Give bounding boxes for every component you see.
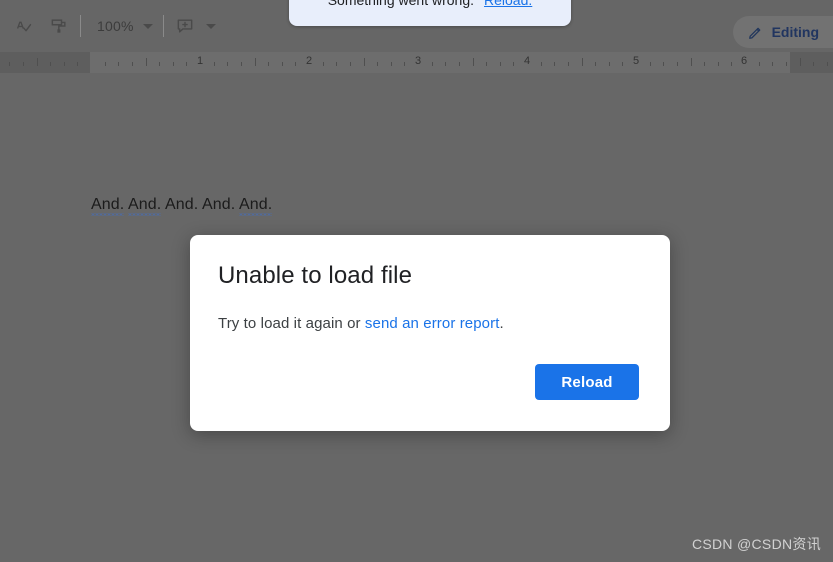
error-toast-row: Something went wrong. Reload. — [328, 0, 533, 8]
spellcheck-icon — [13, 16, 33, 36]
ruler-tick — [9, 62, 10, 66]
comment-options-dropdown[interactable] — [200, 11, 222, 41]
ruler-tick — [459, 62, 460, 66]
ruler-tick — [173, 62, 174, 66]
ruler-tick — [295, 62, 296, 66]
add-comment-icon — [175, 16, 195, 36]
ruler-tick — [323, 62, 324, 66]
ruler-tick — [282, 62, 283, 66]
ruler-tick — [445, 62, 446, 66]
ruler-tick — [214, 62, 215, 66]
ruler-tick — [391, 62, 392, 66]
ruler-tick — [813, 62, 814, 66]
watermark-label: CSDN @CSDN资讯 — [692, 534, 821, 554]
dialog-body-prefix: Try to load it again or — [218, 315, 365, 332]
ruler-tick — [486, 62, 487, 66]
document-word[interactable]: And. — [128, 196, 161, 216]
error-toast-reload-link[interactable]: Reload. — [484, 0, 532, 8]
ruler-tick — [159, 62, 160, 66]
ruler-tick — [595, 62, 596, 66]
dialog-body-suffix: . — [500, 315, 504, 332]
ruler-tick — [23, 62, 24, 66]
ruler-tick — [64, 62, 65, 66]
document-paragraph[interactable]: And. And. And. And. And. — [91, 196, 272, 214]
editing-mode-label: Editing — [772, 24, 819, 40]
ruler-tick — [105, 62, 106, 66]
ruler-tick — [336, 62, 337, 66]
paint-format-icon — [49, 16, 69, 36]
ruler-tick — [568, 62, 569, 66]
chevron-down-icon — [143, 24, 153, 29]
ruler-tick — [513, 62, 514, 66]
pencil-icon — [747, 24, 764, 41]
ruler-tick — [146, 58, 147, 66]
google-docs-app: 100% Editing — [0, 0, 833, 562]
ruler-tick — [541, 62, 542, 66]
toolbar-separator-2 — [163, 15, 164, 37]
zoom-dropdown[interactable]: 100% — [87, 12, 157, 40]
document-word[interactable]: And. — [165, 196, 198, 213]
document-word[interactable]: And. — [202, 196, 235, 213]
ruler-tick — [37, 58, 38, 66]
editing-mode-button[interactable]: Editing — [733, 16, 833, 48]
ruler-tick — [609, 62, 610, 66]
dialog-body: Try to load it again or send an error re… — [218, 315, 504, 332]
ruler-number: 4 — [524, 54, 530, 68]
unable-to-load-dialog: Unable to load file Try to load it again… — [190, 235, 670, 431]
ruler-tick — [255, 58, 256, 66]
ruler-tick — [759, 62, 760, 66]
add-comment-button[interactable] — [170, 11, 200, 41]
dialog-title: Unable to load file — [218, 262, 412, 290]
ruler-tick — [622, 62, 623, 66]
ruler-tick — [404, 62, 405, 66]
ruler-tick — [227, 62, 228, 66]
toolbar-separator — [80, 15, 81, 37]
document-word[interactable]: And. — [239, 196, 272, 216]
ruler-tick — [731, 62, 732, 66]
ruler-tick — [677, 62, 678, 66]
ruler-tick — [772, 62, 773, 66]
ruler-tick — [377, 62, 378, 66]
ruler-tick — [350, 62, 351, 66]
ruler-tick — [432, 62, 433, 66]
send-error-report-link[interactable]: send an error report — [365, 315, 500, 332]
ruler-tick — [50, 62, 51, 66]
ruler-number: 3 — [415, 54, 421, 68]
ruler-tick — [241, 62, 242, 66]
ruler-number: 2 — [306, 54, 312, 68]
error-toast: Something went wrong. Reload. — [289, 0, 571, 26]
ruler-tick — [704, 62, 705, 66]
document-word[interactable]: And. — [91, 196, 124, 216]
ruler-tick — [582, 58, 583, 66]
ruler-tick — [718, 62, 719, 66]
zoom-value: 100% — [97, 18, 134, 34]
ruler-tick — [473, 58, 474, 66]
reload-button[interactable]: Reload — [535, 364, 639, 400]
chevron-down-icon — [206, 24, 216, 29]
ruler-tick — [186, 62, 187, 66]
ruler-number: 5 — [633, 54, 639, 68]
ruler-tick — [364, 58, 365, 66]
ruler-tick — [554, 62, 555, 66]
ruler[interactable]: 1 2 3 4 5 6 — [0, 52, 833, 73]
ruler-tick — [663, 62, 664, 66]
error-toast-message: Something went wrong. — [328, 0, 474, 8]
paint-format-button[interactable] — [44, 11, 74, 41]
ruler-tick — [132, 62, 133, 66]
spellcheck-button[interactable] — [8, 11, 38, 41]
ruler-number: 1 — [197, 54, 203, 68]
ruler-tick — [691, 58, 692, 66]
ruler-tick — [77, 62, 78, 66]
ruler-tick — [800, 58, 801, 66]
ruler-tick — [786, 62, 787, 66]
ruler-tick — [500, 62, 501, 66]
ruler-tick — [118, 62, 119, 66]
ruler-tick — [268, 62, 269, 66]
ruler-tick — [827, 62, 828, 66]
ruler-tick — [650, 62, 651, 66]
ruler-number: 6 — [741, 54, 747, 68]
